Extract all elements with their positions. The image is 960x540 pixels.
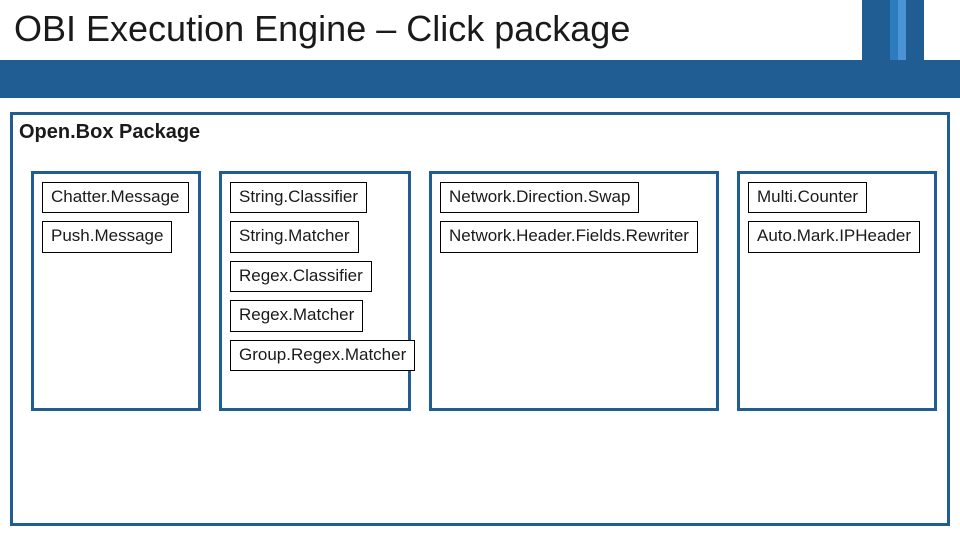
column-1: Chatter.Message Push.Message (31, 171, 201, 411)
title-accent-stripes (862, 0, 924, 60)
module-box: Chatter.Message (42, 182, 189, 213)
column-4: Multi.Counter Auto.Mark.IPHeader (737, 171, 937, 411)
slide: OBI Execution Engine – Click package Ope… (0, 0, 960, 540)
package-title: Open.Box Package (19, 121, 200, 144)
title-bar: OBI Execution Engine – Click package (0, 0, 960, 98)
column-3: Network.Direction.Swap Network.Header.Fi… (429, 171, 719, 411)
module-box: String.Matcher (230, 221, 359, 252)
package-frame: Open.Box Package Chatter.Message Push.Me… (10, 112, 950, 526)
module-box: Auto.Mark.IPHeader (748, 221, 920, 252)
slide-title: OBI Execution Engine – Click package (14, 8, 630, 50)
module-box: Multi.Counter (748, 182, 867, 213)
module-box: Network.Direction.Swap (440, 182, 639, 213)
module-box: Regex.Classifier (230, 261, 372, 292)
accent-stripe (906, 0, 924, 60)
module-box: Push.Message (42, 221, 172, 252)
accent-stripe (898, 0, 906, 60)
module-box: Group.Regex.Matcher (230, 340, 415, 371)
module-box: Regex.Matcher (230, 300, 363, 331)
module-box: String.Classifier (230, 182, 367, 213)
column-2: String.Classifier String.Matcher Regex.C… (219, 171, 411, 411)
accent-stripe (862, 0, 890, 60)
module-box: Network.Header.Fields.Rewriter (440, 221, 698, 252)
accent-stripe (890, 0, 898, 60)
